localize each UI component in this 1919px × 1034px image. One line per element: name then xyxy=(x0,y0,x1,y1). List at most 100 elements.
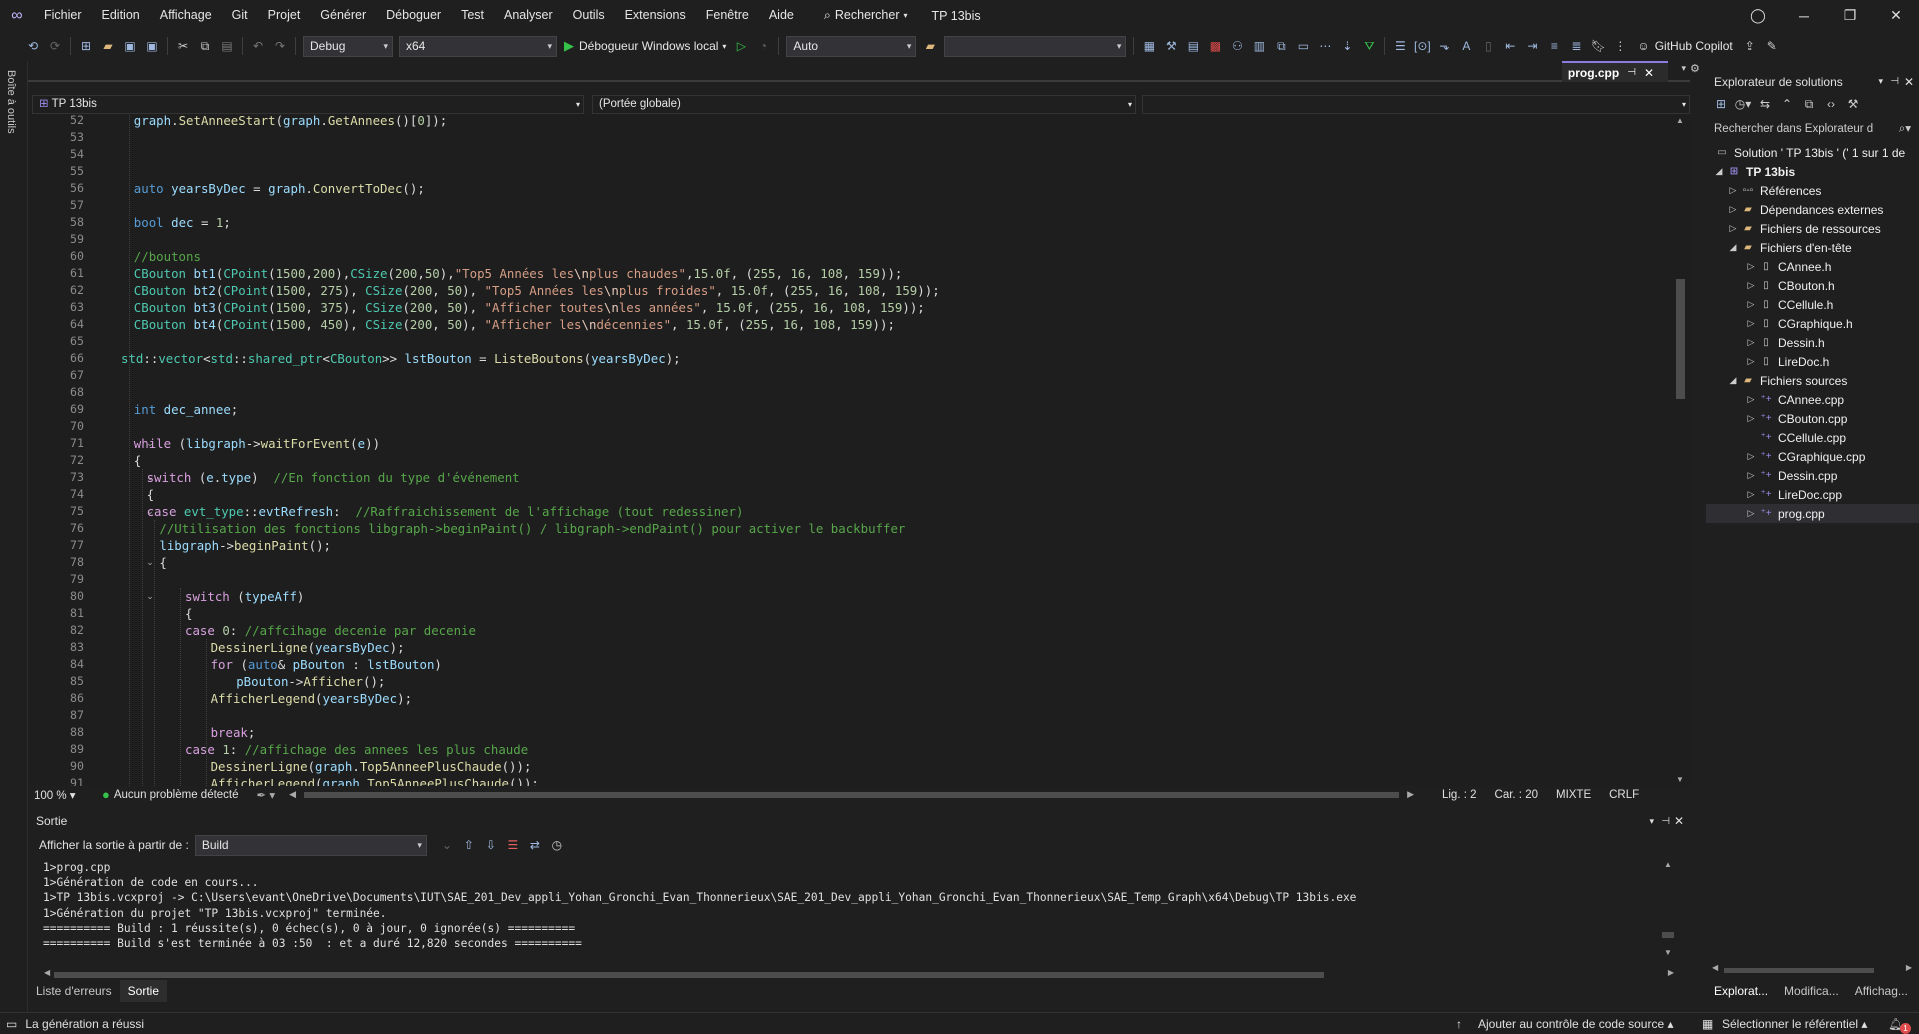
toolbar-tool-icon[interactable]: ▯ xyxy=(1479,37,1497,55)
platform-select[interactable]: x64 ▾ xyxy=(399,35,557,57)
timestamp-icon[interactable]: ◷ xyxy=(548,836,566,854)
scroll-right-icon[interactable]: ▶ xyxy=(1407,789,1414,800)
tree-node[interactable]: ◢ ▰ Fichiers sources xyxy=(1706,371,1919,390)
scroll-down-icon[interactable]: ▼ xyxy=(1676,775,1684,784)
solex-tab[interactable]: Affichag... xyxy=(1847,980,1916,1002)
collapsed-arrow-icon[interactable]: ▷ xyxy=(1726,185,1740,196)
code-editor[interactable]: 52 53 54 55 56 57 58 59 60 61 62 63 64 65 66 67 68 69 70 71… xyxy=(28,113,1690,790)
visual-studio-logo-icon[interactable]: ∞ xyxy=(0,0,34,31)
solex-horizontal-scrollbar[interactable]: ◀ ▶ xyxy=(1712,963,1912,974)
tree-node[interactable]: ▷ ▫-▫ Références xyxy=(1706,181,1919,200)
toolbar-tool-icon[interactable]: ⇣ xyxy=(1338,37,1356,55)
scroll-left-icon[interactable]: ◀ xyxy=(44,968,50,977)
tree-node[interactable]: ▷ ▯ CGraphique.h xyxy=(1706,314,1919,333)
menu-fichier[interactable]: Fichier xyxy=(34,0,92,31)
tree-node[interactable]: ▷ ⁺+ CAnnee.cpp xyxy=(1706,390,1919,409)
save-all-icon[interactable]: ▣ xyxy=(143,37,161,55)
hot-reload-icon[interactable]: ◔ xyxy=(754,37,772,55)
toolbar-tool-icon[interactable]: ▥ xyxy=(1250,37,1268,55)
close-icon[interactable]: ✕ xyxy=(1674,814,1684,828)
expanded-arrow-icon[interactable]: ◢ xyxy=(1726,375,1740,386)
toolbar-tool-icon[interactable]: ⛛ xyxy=(1360,37,1378,55)
find-message-icon[interactable]: ⌄ xyxy=(438,836,456,854)
tree-node[interactable]: ▷ ⁺+ LireDoc.cpp xyxy=(1706,485,1919,504)
toolbox-tab[interactable]: Boîte à outils xyxy=(5,70,17,134)
output-horizontal-scrollbar[interactable]: ◀ ▶ xyxy=(44,968,1674,980)
scrollbar-thumb[interactable] xyxy=(54,972,1324,978)
paste-icon[interactable]: ▤ xyxy=(218,37,236,55)
menu-affichage[interactable]: Affichage xyxy=(150,0,222,31)
output-source-select[interactable]: Build ▾ xyxy=(194,834,427,856)
code-line[interactable]: while (libgraph->waitForEvent(e)) xyxy=(134,435,380,452)
word-wrap-icon[interactable]: ⇄ xyxy=(526,836,544,854)
code-line[interactable]: //Utilisation des fonctions libgraph->be… xyxy=(159,520,905,537)
folder-icon[interactable]: ▰ xyxy=(921,37,939,55)
menu-outils[interactable]: Outils xyxy=(563,0,615,31)
scope-nav-select[interactable]: (Portée globale) ▾ xyxy=(591,94,1136,114)
column-indicator[interactable]: Car. : 20 xyxy=(1495,789,1538,801)
menu-test[interactable]: Test xyxy=(451,0,494,31)
toolbar-tool-icon[interactable]: A xyxy=(1457,37,1475,55)
wrench-icon[interactable]: ⚒ xyxy=(1162,37,1180,55)
code-line[interactable]: DessinerLigne(graph.Top5AnneePlusChaude(… xyxy=(211,758,532,775)
redo-icon[interactable]: ↷ xyxy=(271,37,289,55)
toolbar-tool-icon[interactable]: ⬎ xyxy=(1435,37,1453,55)
back-icon[interactable]: ⟲ xyxy=(24,37,42,55)
tree-node[interactable]: ▷ ⁺+ Dessin.cpp xyxy=(1706,466,1919,485)
outdent-icon[interactable]: ⇤ xyxy=(1501,37,1519,55)
menu-deboguer[interactable]: Déboguer xyxy=(376,0,451,31)
project-nav-select[interactable]: ⊞ TP 13bis ▾ xyxy=(32,94,584,114)
toolbar-overflow-icon[interactable]: ⋮ xyxy=(1611,37,1629,55)
whitespace-mode[interactable]: MIXTE xyxy=(1556,789,1591,801)
share-icon[interactable]: ⇪ xyxy=(1741,37,1759,55)
code-line[interactable]: { xyxy=(134,452,141,469)
tree-node[interactable]: ▷ ▯ Dessin.h xyxy=(1706,333,1919,352)
switch-views-icon[interactable]: ⊞ xyxy=(1712,95,1730,113)
tree-node[interactable]: ▷ ▰ Fichiers de ressources xyxy=(1706,219,1919,238)
menu-analyser[interactable]: Analyser xyxy=(494,0,563,31)
undo-icon[interactable]: ↶ xyxy=(249,37,267,55)
tree-node[interactable]: ▷ ⁺+ CBouton.cpp xyxy=(1706,409,1919,428)
forward-icon[interactable]: ⟳ xyxy=(46,37,64,55)
menu-extensions[interactable]: Extensions xyxy=(615,0,696,31)
bookmark-icon[interactable]: 🔖︎ xyxy=(1589,37,1607,55)
solex-tab[interactable]: Explorat... xyxy=(1706,980,1776,1002)
clear-all-icon[interactable]: ☰ xyxy=(504,836,522,854)
tree-node[interactable]: ▷ ▯ CCellule.h xyxy=(1706,295,1919,314)
save-icon[interactable]: ▣ xyxy=(121,37,139,55)
collapsed-arrow-icon[interactable]: ▷ xyxy=(1744,356,1758,367)
close-button[interactable]: ✕ xyxy=(1873,0,1919,31)
collapsed-arrow-icon[interactable]: ▷ xyxy=(1744,470,1758,481)
collapsed-arrow-icon[interactable]: ▷ xyxy=(1744,280,1758,291)
comment-icon[interactable]: ≡ xyxy=(1545,37,1563,55)
close-icon[interactable]: ✕ xyxy=(1904,75,1914,89)
menu-generer[interactable]: Générer xyxy=(310,0,376,31)
properties-wrench-icon[interactable]: ⚒ xyxy=(1844,95,1862,113)
collapsed-arrow-icon[interactable]: ▷ xyxy=(1744,508,1758,519)
tree-node[interactable]: ▷ ⁺+ CGraphique.cpp xyxy=(1706,447,1919,466)
settings-gear-icon[interactable]: ⚙ xyxy=(1690,62,1704,82)
restore-button[interactable]: ❐ xyxy=(1827,0,1873,31)
toolbar-tool-icon[interactable]: ⚇ xyxy=(1228,37,1246,55)
tab-list-icon[interactable]: ▾ xyxy=(1681,63,1686,74)
tab-prog-cpp[interactable]: prog.cpp ⊣ ✕ xyxy=(1561,61,1668,82)
tree-node[interactable]: ▷ ▰ Dépendances externes xyxy=(1706,200,1919,219)
collapsed-arrow-icon[interactable]: ▷ xyxy=(1726,204,1740,215)
solex-tab[interactable]: Modifica... xyxy=(1776,980,1847,1002)
tab-output[interactable]: Sortie xyxy=(119,980,168,1002)
indent-icon[interactable]: ⇥ xyxy=(1523,37,1541,55)
expanded-arrow-icon[interactable]: ◢ xyxy=(1712,166,1726,177)
zoom-level[interactable]: 100 % ▾ xyxy=(34,788,94,802)
account-icon[interactable]: ◯ xyxy=(1735,0,1781,31)
toolbar-tool-icon[interactable]: ⧉ xyxy=(1272,37,1290,55)
start-debugging-button[interactable]: ▶ Débogueur Windows local ▾ xyxy=(564,38,726,54)
menu-fenetre[interactable]: Fenêtre xyxy=(696,0,759,31)
scrollbar-thumb[interactable] xyxy=(1724,968,1874,973)
cut-icon[interactable]: ✂ xyxy=(174,37,192,55)
output-text[interactable]: 1>prog.cpp 1>Génération de code en cours.… xyxy=(43,860,1643,970)
code-line[interactable]: graph.SetAnneeStart(graph.GetAnnees()[0]… xyxy=(134,114,447,129)
code-cleanup-icon[interactable]: ✒ ▾ xyxy=(257,788,276,802)
scrollbar-thumb[interactable] xyxy=(1676,279,1685,399)
code-line[interactable]: //boutons xyxy=(134,248,201,265)
code-line[interactable]: { xyxy=(159,554,166,571)
